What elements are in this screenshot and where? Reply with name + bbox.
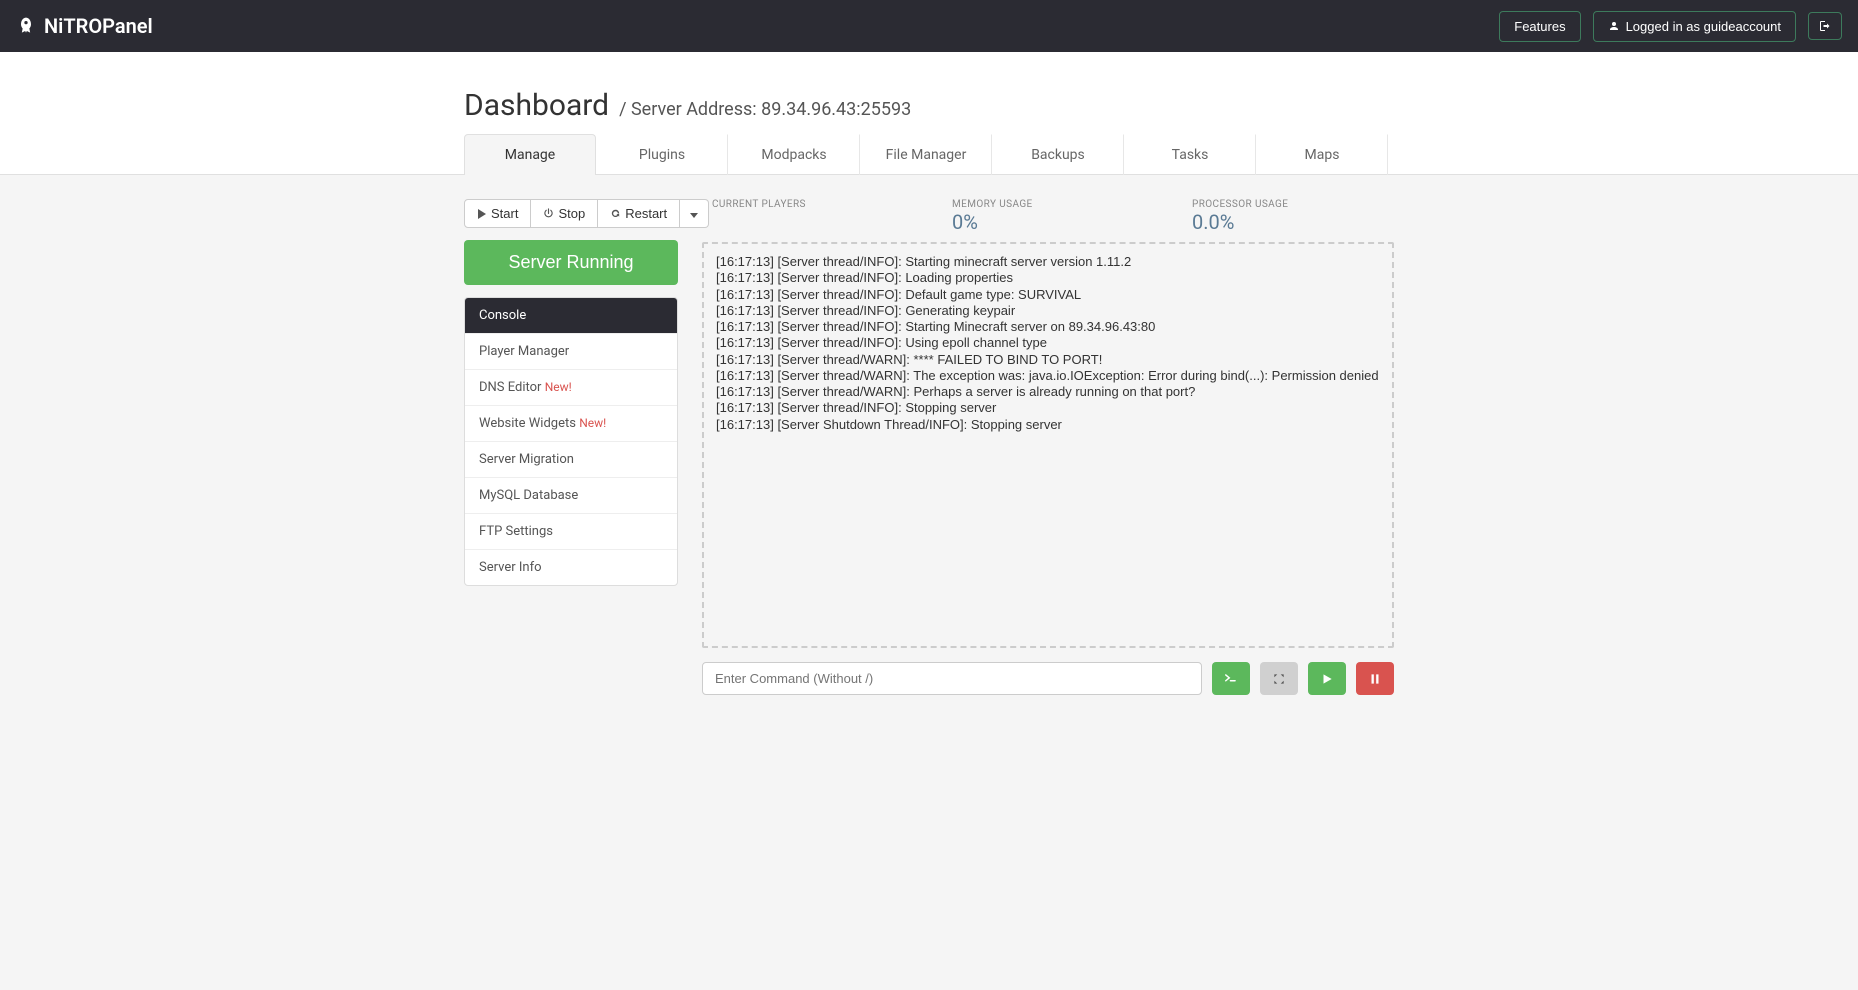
console-line: [16:17:13] [Server thread/WARN]: Perhaps… bbox=[716, 384, 1380, 400]
sidebar-item-mysql-database[interactable]: MySQL Database bbox=[465, 478, 677, 514]
tab-tasks[interactable]: Tasks bbox=[1124, 134, 1256, 175]
rocket-icon bbox=[16, 16, 36, 36]
content: CURRENT PLAYERS MEMORY USAGE 0% PROCESSO… bbox=[702, 199, 1394, 695]
play-icon bbox=[1320, 672, 1334, 686]
console-line: [16:17:13] [Server thread/INFO]: Startin… bbox=[716, 319, 1380, 335]
page-header-wrap: Dashboard / Server Address: 89.34.96.43:… bbox=[0, 52, 1858, 175]
new-badge: New! bbox=[545, 380, 572, 394]
console-line: [16:17:13] [Server thread/WARN]: **** FA… bbox=[716, 352, 1380, 368]
tab-modpacks[interactable]: Modpacks bbox=[728, 134, 860, 175]
console-output[interactable]: [16:17:13] [Server thread/INFO]: Startin… bbox=[702, 242, 1394, 648]
sidebar-item-server-migration[interactable]: Server Migration bbox=[465, 442, 677, 478]
play-icon bbox=[477, 209, 487, 219]
stat-memory: MEMORY USAGE 0% bbox=[952, 199, 1132, 234]
command-row bbox=[702, 662, 1394, 695]
logout-icon bbox=[1819, 20, 1831, 32]
features-button[interactable]: Features bbox=[1499, 11, 1580, 42]
sidebar-item-console[interactable]: Console bbox=[465, 298, 677, 334]
expand-button[interactable] bbox=[1260, 662, 1298, 695]
stop-button[interactable]: Stop bbox=[531, 199, 598, 228]
pause-button[interactable] bbox=[1356, 662, 1394, 695]
page-title: Dashboard bbox=[464, 88, 609, 123]
sidebar: Start Stop Restart Server Running Consol… bbox=[464, 199, 678, 586]
console-line: [16:17:13] [Server thread/INFO]: Loading… bbox=[716, 270, 1380, 286]
page-header: Dashboard / Server Address: 89.34.96.43:… bbox=[464, 52, 1394, 133]
start-button[interactable]: Start bbox=[464, 199, 531, 228]
console-line: [16:17:13] [Server thread/INFO]: Stoppin… bbox=[716, 400, 1380, 416]
sidebar-item-dns-editor[interactable]: DNS Editor New! bbox=[465, 370, 677, 406]
restart-button[interactable]: Restart bbox=[598, 199, 680, 228]
stat-players: CURRENT PLAYERS bbox=[712, 199, 892, 234]
tab-maps[interactable]: Maps bbox=[1256, 134, 1388, 175]
tab-manage[interactable]: Manage bbox=[464, 134, 596, 175]
expand-icon bbox=[1272, 672, 1286, 686]
command-input[interactable] bbox=[702, 662, 1202, 695]
console-line: [16:17:13] [Server thread/INFO]: Using e… bbox=[716, 335, 1380, 351]
user-icon bbox=[1608, 20, 1620, 32]
tab-backups[interactable]: Backups bbox=[992, 134, 1124, 175]
page-subtitle: / Server Address: 89.34.96.43:25593 bbox=[619, 99, 911, 120]
pause-icon bbox=[1368, 672, 1382, 686]
brand[interactable]: NiTROPanel bbox=[16, 14, 153, 38]
stat-cpu: PROCESSOR USAGE 0.0% bbox=[1192, 199, 1372, 234]
terminal-icon bbox=[1224, 672, 1238, 686]
send-command-button[interactable] bbox=[1212, 662, 1250, 695]
caret-down-icon bbox=[690, 213, 698, 218]
play-button[interactable] bbox=[1308, 662, 1346, 695]
top-bar: NiTROPanel Features Logged in as guideac… bbox=[0, 0, 1858, 52]
console-line: [16:17:13] [Server thread/INFO]: Default… bbox=[716, 287, 1380, 303]
console-line: [16:17:13] [Server thread/WARN]: The exc… bbox=[716, 368, 1380, 384]
console-line: [16:17:13] [Server thread/INFO]: Startin… bbox=[716, 254, 1380, 270]
tab-file-manager[interactable]: File Manager bbox=[860, 134, 992, 175]
brand-name: NiTROPanel bbox=[44, 14, 153, 38]
new-badge: New! bbox=[579, 416, 606, 430]
stats-row: CURRENT PLAYERS MEMORY USAGE 0% PROCESSO… bbox=[702, 199, 1394, 234]
power-icon bbox=[543, 208, 554, 219]
tabs: ManagePluginsModpacksFile ManagerBackups… bbox=[464, 133, 1394, 174]
logout-button[interactable] bbox=[1808, 12, 1842, 40]
top-right: Features Logged in as guideaccount bbox=[1499, 11, 1842, 42]
tab-plugins[interactable]: Plugins bbox=[596, 134, 728, 175]
account-button[interactable]: Logged in as guideaccount bbox=[1593, 11, 1796, 42]
sidebar-item-ftp-settings[interactable]: FTP Settings bbox=[465, 514, 677, 550]
refresh-icon bbox=[610, 208, 621, 219]
server-status[interactable]: Server Running bbox=[464, 240, 678, 285]
sidebar-item-player-manager[interactable]: Player Manager bbox=[465, 334, 677, 370]
sidebar-nav: Console Player Manager DNS Editor New!We… bbox=[464, 297, 678, 586]
console-line: [16:17:13] [Server thread/INFO]: Generat… bbox=[716, 303, 1380, 319]
sidebar-item-website-widgets[interactable]: Website Widgets New! bbox=[465, 406, 677, 442]
control-button-group: Start Stop Restart bbox=[464, 199, 678, 228]
console-line: [16:17:13] [Server Shutdown Thread/INFO]… bbox=[716, 417, 1380, 433]
sidebar-item-server-info[interactable]: Server Info bbox=[465, 550, 677, 585]
